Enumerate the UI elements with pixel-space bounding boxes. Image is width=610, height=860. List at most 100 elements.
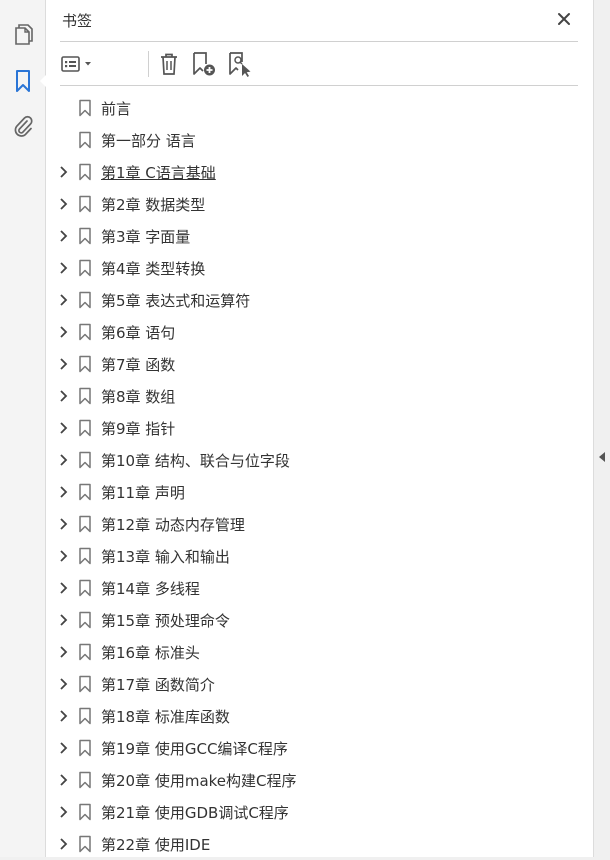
bookmark-label: 第14章 多线程 <box>101 580 200 598</box>
find-current-bookmark-button[interactable] <box>226 49 254 79</box>
bookmark-label: 第7章 函数 <box>101 356 176 374</box>
chevron-right-icon <box>59 614 67 626</box>
expand-toggle[interactable] <box>57 485 69 499</box>
bookmark-item[interactable]: 第16章 标准头 <box>46 636 593 668</box>
bookmark-label: 第9章 指针 <box>101 420 176 438</box>
bookmark-label: 第11章 声明 <box>101 484 185 502</box>
bookmark-icon <box>79 323 91 341</box>
bookmark-icon <box>79 291 91 309</box>
bookmark-item[interactable]: 第7章 函数 <box>46 348 593 380</box>
options-menu-button[interactable] <box>60 49 96 79</box>
expand-toggle[interactable] <box>57 805 69 819</box>
bookmark-item[interactable]: 第1章 C语言基础 <box>46 156 593 188</box>
bookmark-icon <box>79 675 91 693</box>
chevron-right-icon <box>59 326 67 338</box>
bookmark-item[interactable]: 第18章 标准库函数 <box>46 700 593 732</box>
expand-toggle[interactable] <box>57 517 69 531</box>
delete-bookmark-button[interactable] <box>156 49 182 79</box>
bookmark-label: 第2章 数据类型 <box>101 196 206 214</box>
expand-toggle[interactable] <box>57 773 69 787</box>
bookmarks-panel-button[interactable] <box>8 66 47 96</box>
expand-toggle[interactable] <box>57 421 69 435</box>
header-divider <box>60 41 578 42</box>
new-bookmark-button[interactable] <box>190 49 218 79</box>
expand-toggle[interactable] <box>57 293 69 307</box>
expand-toggle[interactable] <box>57 549 69 563</box>
expand-toggle[interactable] <box>57 613 69 627</box>
bookmark-item[interactable]: 第4章 类型转换 <box>46 252 593 284</box>
bookmark-label: 第21章 使用GDB调试C程序 <box>101 804 289 822</box>
bookmark-tree: 前言 第一部分 语言 第1章 C语言基础第2章 数据类型 第3章 字面量 第4章 类型转… <box>46 92 593 860</box>
bookmark-item[interactable]: 第21章 使用GDB调试C程序 <box>46 796 593 828</box>
panel-header: 书签 <box>60 8 580 34</box>
bookmark-item[interactable]: 第2章 数据类型 <box>46 188 593 220</box>
bookmark-icon <box>79 739 91 757</box>
chevron-right-icon <box>59 838 67 850</box>
expand-toggle[interactable] <box>57 581 69 595</box>
bookmark-item[interactable]: 第22章 使用IDE <box>46 828 593 860</box>
expand-toggle[interactable] <box>57 197 69 211</box>
chevron-right-icon <box>59 454 67 466</box>
bookmark-item[interactable]: 第13章 输入和输出 <box>46 540 593 572</box>
expand-toggle[interactable] <box>57 837 69 851</box>
chevron-right-icon <box>59 390 67 402</box>
bookmark-icon <box>79 611 91 629</box>
chevron-right-icon <box>59 582 67 594</box>
panel-title: 书签 <box>62 12 93 30</box>
bookmark-item[interactable]: 第3章 字面量 <box>46 220 593 252</box>
toolbar-divider <box>60 85 578 86</box>
expand-toggle[interactable] <box>57 357 69 371</box>
bookmark-icon <box>79 227 91 245</box>
bookmark-icon <box>79 195 91 213</box>
bookmark-item[interactable]: 第17章 函数简介 <box>46 668 593 700</box>
bookmark-label: 第3章 字面量 <box>101 228 191 246</box>
expand-toggle[interactable] <box>57 677 69 691</box>
bookmark-label: 第19章 使用GCC编译C程序 <box>101 740 288 758</box>
expand-toggle[interactable] <box>57 261 69 275</box>
chevron-down-icon <box>85 62 91 66</box>
attachments-panel-button[interactable] <box>8 111 38 141</box>
bookmark-item[interactable]: 前言 <box>46 92 593 124</box>
bookmark-item[interactable]: 第20章 使用make构建C程序 <box>46 764 593 796</box>
bookmark-icon <box>79 131 91 149</box>
expand-toggle[interactable] <box>57 229 69 243</box>
chevron-right-icon <box>59 774 67 786</box>
bookmark-item[interactable]: 第10章 结构、联合与位字段 <box>46 444 593 476</box>
paperclip-icon <box>14 115 33 137</box>
bookmark-label: 第12章 动态内存管理 <box>101 516 245 534</box>
chevron-right-icon <box>59 230 67 242</box>
expand-toggle[interactable] <box>57 741 69 755</box>
expand-toggle[interactable] <box>57 325 69 339</box>
expand-toggle[interactable] <box>57 453 69 467</box>
bookmark-item[interactable]: 第9章 指针 <box>46 412 593 444</box>
collapse-panel-button[interactable] <box>597 450 607 464</box>
expand-toggle[interactable] <box>57 165 69 179</box>
bookmark-icon <box>79 547 91 565</box>
bookmark-item[interactable]: 第8章 数组 <box>46 380 593 412</box>
bookmark-label: 第20章 使用make构建C程序 <box>101 772 297 790</box>
expand-toggle[interactable] <box>57 645 69 659</box>
chevron-right-icon <box>59 806 67 818</box>
chevron-right-icon <box>59 358 67 370</box>
bookmark-item[interactable]: 第6章 语句 <box>46 316 593 348</box>
bookmark-label: 第4章 类型转换 <box>101 260 206 278</box>
bookmark-item[interactable]: 第5章 表达式和运算符 <box>46 284 593 316</box>
bookmarks-toolbar <box>60 49 578 79</box>
expand-toggle[interactable] <box>57 389 69 403</box>
bookmark-panel-icon <box>16 70 30 92</box>
pages-panel-button[interactable] <box>8 20 38 50</box>
bookmark-item[interactable]: 第15章 预处理命令 <box>46 604 593 636</box>
bookmark-icon <box>79 771 91 789</box>
bookmark-label: 第22章 使用IDE <box>101 836 211 854</box>
bookmark-item[interactable]: 第14章 多线程 <box>46 572 593 604</box>
chevron-right-icon <box>59 646 67 658</box>
chevron-right-icon <box>59 262 67 274</box>
bookmark-icon <box>79 419 91 437</box>
bookmark-item[interactable]: 第12章 动态内存管理 <box>46 508 593 540</box>
bookmark-item[interactable]: 第19章 使用GCC编译C程序 <box>46 732 593 764</box>
expand-toggle[interactable] <box>57 709 69 723</box>
bookmark-item[interactable]: 第11章 声明 <box>46 476 593 508</box>
close-panel-button[interactable] <box>554 9 574 29</box>
collapse-arrow-icon <box>599 452 605 462</box>
bookmark-item[interactable]: 第一部分 语言 <box>46 124 593 156</box>
